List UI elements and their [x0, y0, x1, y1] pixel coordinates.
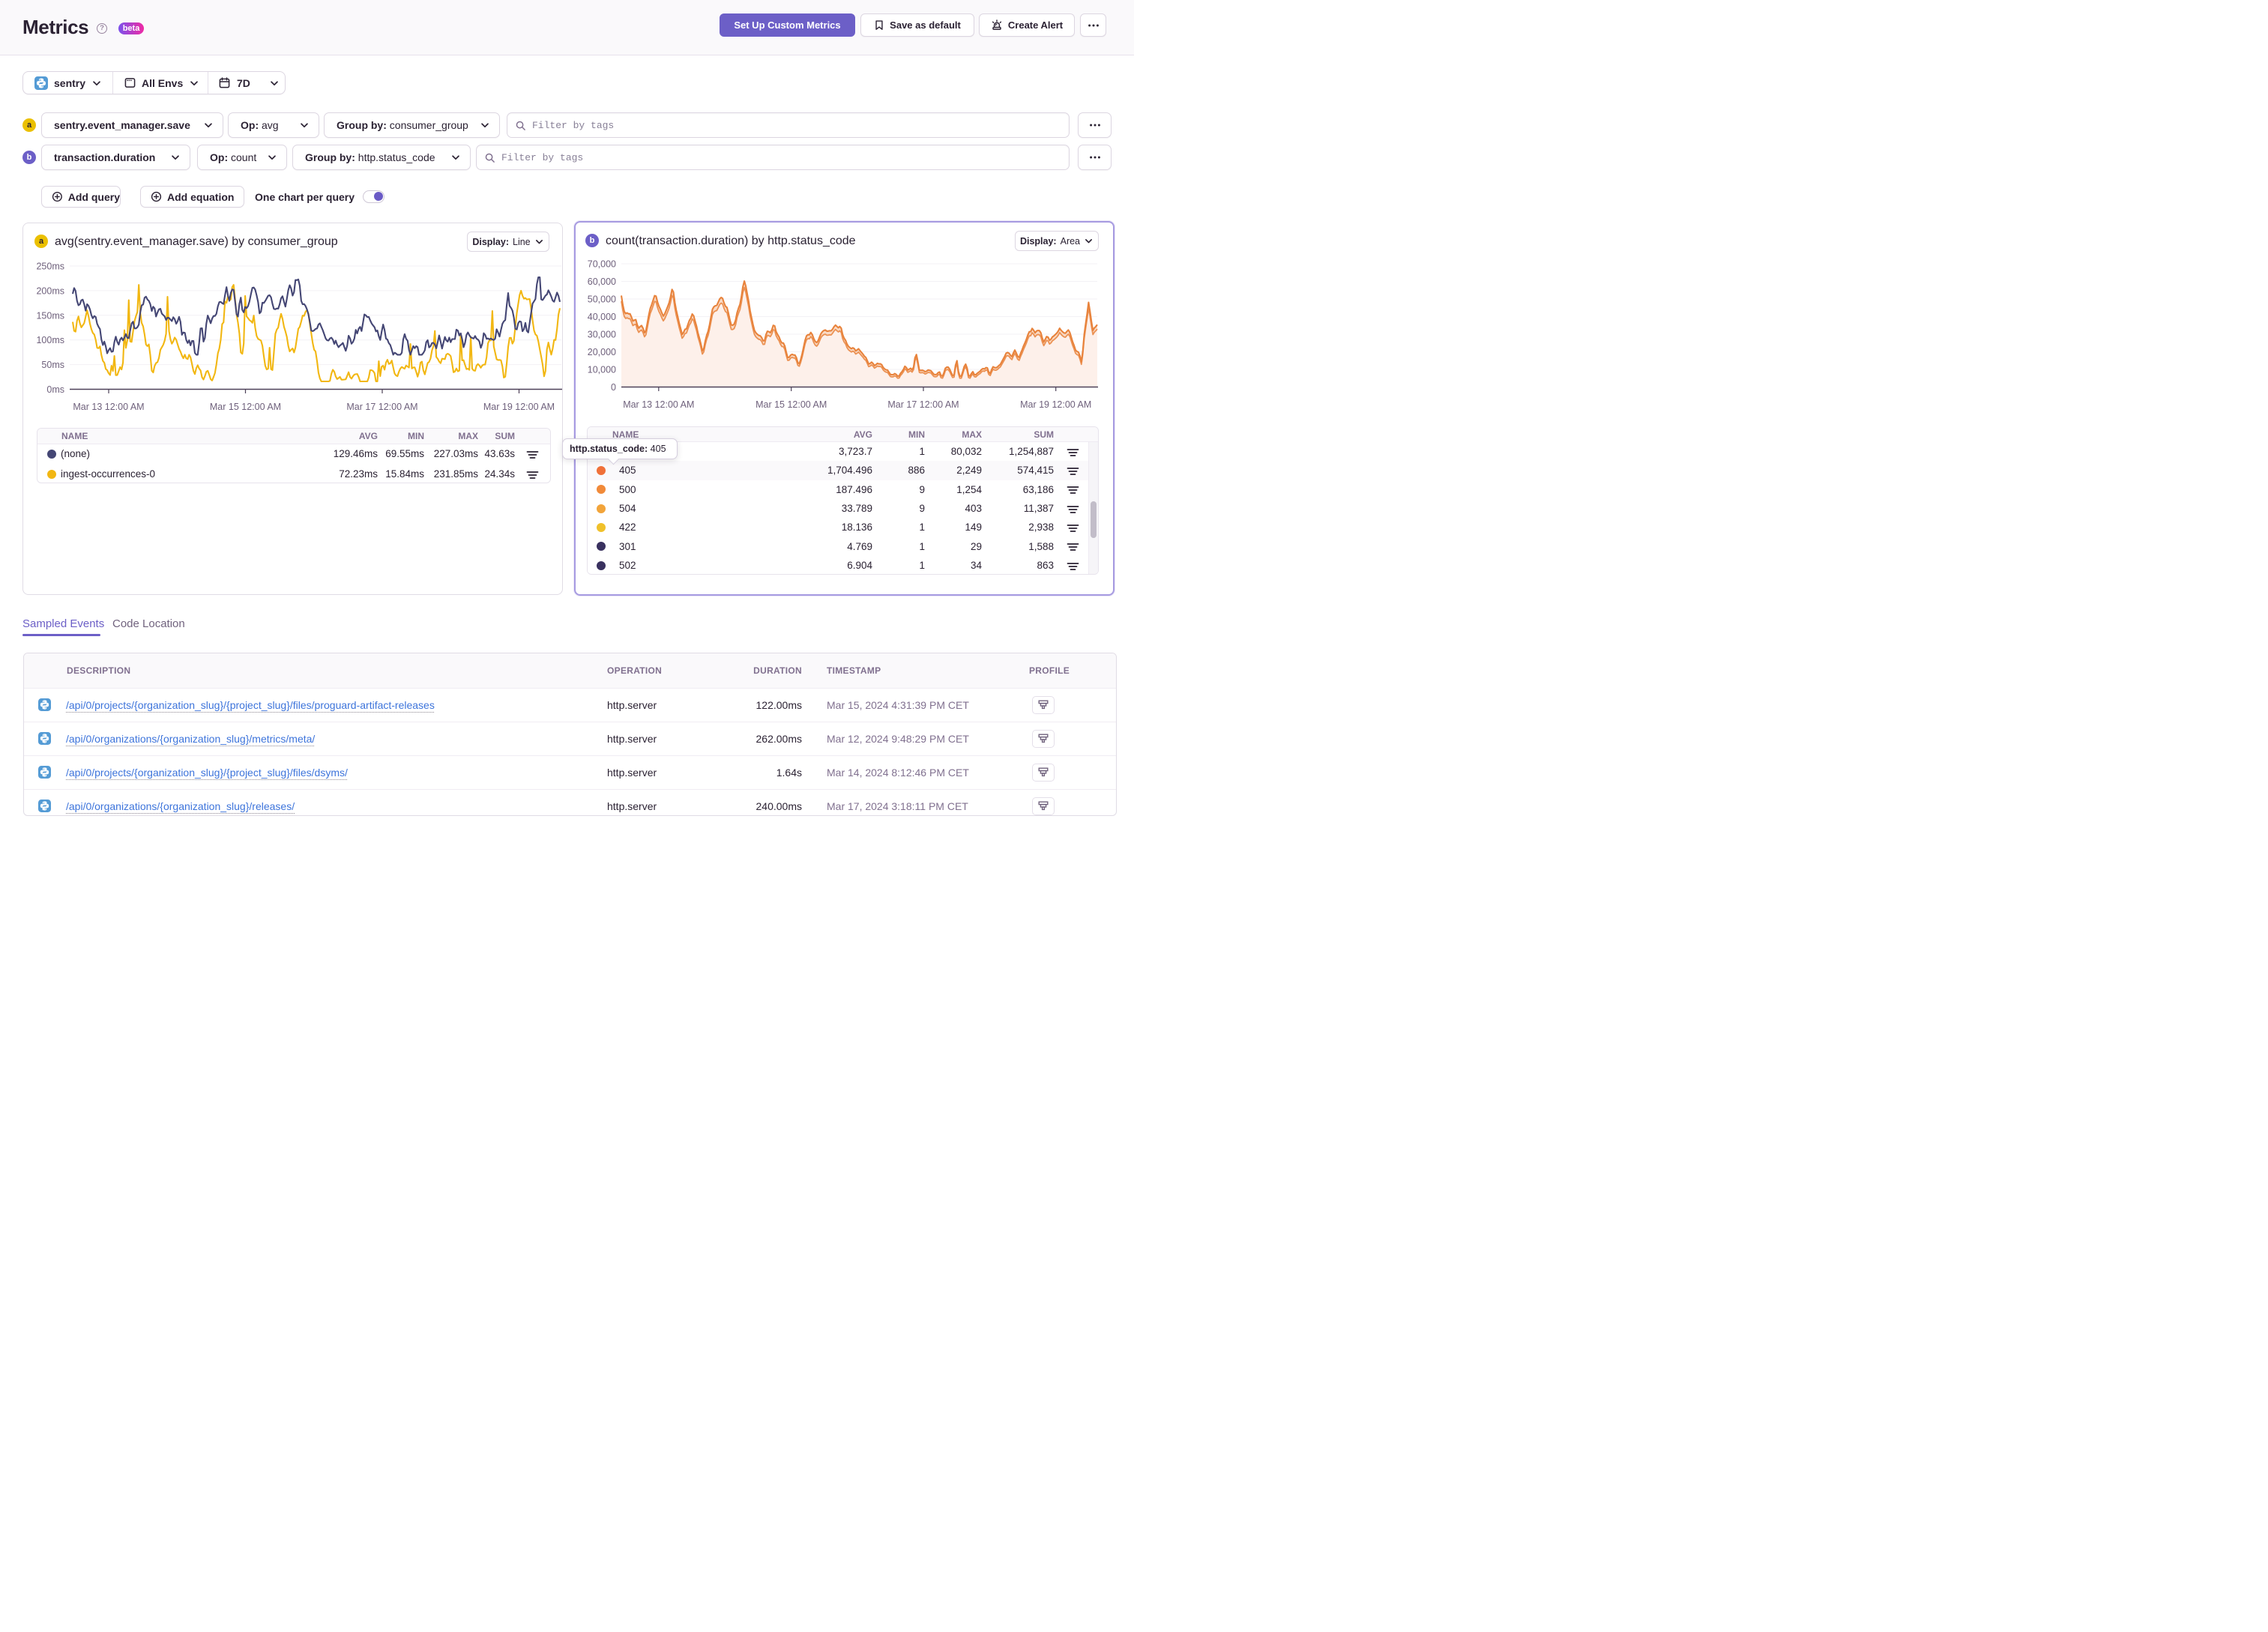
svg-text:60,000: 60,000 [588, 276, 616, 287]
svg-text:50ms: 50ms [41, 360, 64, 370]
svg-text:0ms: 0ms [46, 384, 64, 395]
svg-text:Mar 13 12:00 AM: Mar 13 12:00 AM [73, 402, 144, 412]
svg-text:Mar 13 12:00 AM: Mar 13 12:00 AM [623, 399, 694, 410]
svg-text:Mar 17 12:00 AM: Mar 17 12:00 AM [346, 402, 417, 412]
svg-text:Mar 19 12:00 AM: Mar 19 12:00 AM [1020, 399, 1091, 410]
svg-text:70,000: 70,000 [588, 259, 616, 270]
svg-text:150ms: 150ms [36, 310, 64, 321]
svg-text:0: 0 [611, 382, 616, 393]
svg-text:40,000: 40,000 [588, 312, 616, 322]
svg-text:Mar 17 12:00 AM: Mar 17 12:00 AM [887, 399, 959, 410]
svg-text:200ms: 200ms [36, 285, 64, 296]
svg-text:Mar 15 12:00 AM: Mar 15 12:00 AM [210, 402, 281, 412]
svg-text:30,000: 30,000 [588, 330, 616, 340]
svg-text:10,000: 10,000 [588, 365, 616, 375]
svg-text:250ms: 250ms [36, 262, 64, 272]
svg-text:Mar 19 12:00 AM: Mar 19 12:00 AM [483, 402, 555, 412]
svg-text:100ms: 100ms [36, 335, 64, 345]
svg-text:20,000: 20,000 [588, 347, 616, 357]
svg-text:50,000: 50,000 [588, 294, 616, 305]
svg-text:Mar 15 12:00 AM: Mar 15 12:00 AM [756, 399, 827, 410]
